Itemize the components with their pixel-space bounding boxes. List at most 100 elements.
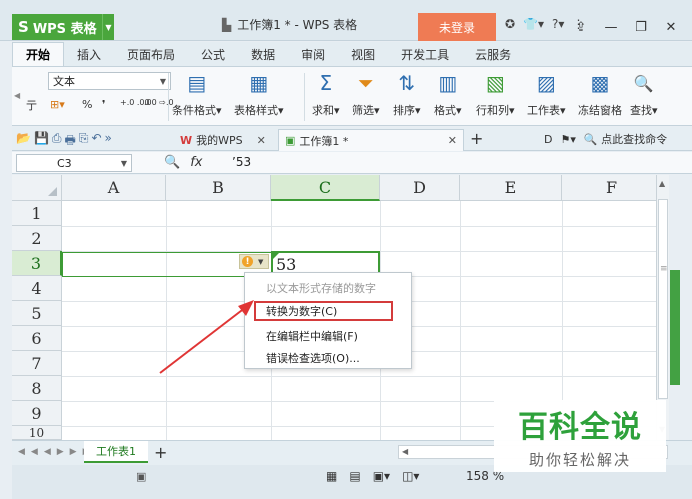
login-button[interactable]: 未登录 <box>418 13 496 41</box>
chevron-down-icon[interactable]: ▼ <box>121 159 127 168</box>
fx-icon[interactable]: fx <box>190 155 202 170</box>
restore-ribbon-icon[interactable]: ⇪ <box>566 13 596 41</box>
document-tab-strip: 📂 💾 ⎙ 🖶 ⎘ ↶ » W 我的WPS ✕ ▣ 工作簿1 * ✕ + D ⚑… <box>12 127 692 151</box>
formula-input[interactable]: ’53 <box>232 155 251 169</box>
select-all-corner[interactable] <box>12 175 62 201</box>
add-sheet-button[interactable]: + <box>154 443 167 462</box>
print-preview-icon[interactable]: ⎘ <box>79 131 89 152</box>
currency-format-button[interactable]: ⊞▾ <box>50 98 65 111</box>
command-search[interactable]: 🔍 点此查找命令 <box>584 131 667 147</box>
error-check-button[interactable]: ! ▼ <box>239 254 269 269</box>
tab-home[interactable]: 开始 <box>12 42 65 66</box>
sum-label: 求和▾ <box>312 104 340 117</box>
side-panel-handle[interactable] <box>670 270 680 385</box>
column-header-c[interactable]: C <box>271 175 380 201</box>
decrease-decimal-button[interactable]: .00 ⇨.0 <box>144 98 174 107</box>
zoom-icon[interactable]: 🔍 <box>164 155 180 170</box>
export-pdf-icon[interactable]: ⎙ <box>52 131 62 152</box>
scroll-thumb[interactable] <box>658 199 668 399</box>
sort-icon: ⇅ <box>398 71 416 95</box>
edit-in-formula-bar-item[interactable]: 在编辑栏中编辑(F) <box>266 328 358 344</box>
flag-icon[interactable]: ⚑▾ <box>560 133 575 146</box>
tab-formulas[interactable]: 公式 <box>188 42 238 66</box>
column-header-f[interactable]: F <box>562 175 656 201</box>
undo-icon[interactable]: ↶ <box>91 131 101 152</box>
rows-columns-button[interactable]: ▧ 行和列▾ <box>476 70 515 118</box>
conditional-format-button[interactable]: ▤ 条件格式▾ <box>172 70 222 118</box>
watermark-title: 百科全说 <box>518 410 642 445</box>
row-header-10[interactable]: 10 <box>12 426 62 440</box>
chevron-down-icon[interactable]: ▼ <box>102 14 114 40</box>
name-box[interactable]: C3 ▼ <box>16 154 132 172</box>
row-header-5[interactable]: 5 <box>12 301 62 326</box>
dock-icon[interactable]: D <box>544 133 552 146</box>
new-tab-button[interactable]: + <box>470 129 483 148</box>
close-tab-icon[interactable]: ✕ <box>257 134 266 147</box>
scroll-up-icon[interactable]: ▲ <box>659 179 665 188</box>
tab-workbook1[interactable]: ▣ 工作簿1 * ✕ <box>278 129 464 151</box>
close-icon[interactable]: ✕ <box>656 13 686 41</box>
row-header-4[interactable]: 4 <box>12 276 62 301</box>
column-header-e[interactable]: E <box>460 175 562 201</box>
macro-record-icon[interactable]: ▣ <box>136 470 146 483</box>
scroll-left-icon[interactable]: ◀ <box>402 447 408 456</box>
normal-view-icon[interactable]: ▦ <box>326 469 337 483</box>
sort-button[interactable]: ⇅ 排序▾ <box>393 70 421 118</box>
more-tools-icon[interactable]: » <box>105 131 112 152</box>
filter-icon: ⏷ <box>357 71 374 95</box>
shirt-icon[interactable]: 👕▾ <box>520 17 547 31</box>
column-header-d[interactable]: D <box>380 175 460 201</box>
sheet-tab-1[interactable]: 工作表1 <box>84 441 148 463</box>
minimize-icon[interactable]: — <box>596 13 626 41</box>
table-style-button[interactable]: ▦ 表格样式▾ <box>234 70 284 118</box>
row-header-9[interactable]: 9 <box>12 401 62 426</box>
tab-my-wps[interactable]: W 我的WPS ✕ <box>174 129 272 151</box>
worksheet-button[interactable]: ▨ 工作表▾ <box>527 70 566 118</box>
reading-mode-icon[interactable]: ◫▾ <box>402 469 419 483</box>
freeze-panes-button[interactable]: ▩ 冻结窗格 <box>578 70 622 118</box>
percent-button[interactable]: % <box>82 98 92 111</box>
page-layout-view-icon[interactable]: ▣▾ <box>373 469 390 483</box>
page-break-view-icon[interactable]: ▤ <box>349 469 360 483</box>
help-icon[interactable]: ?▾ <box>549 17 567 31</box>
number-format-select[interactable]: 文本 ▼ <box>48 72 171 90</box>
convert-to-number-item[interactable]: 转换为数字(C) <box>254 301 393 321</box>
tab-insert[interactable]: 插入 <box>64 42 114 66</box>
comma-button[interactable]: ❜ <box>102 98 106 111</box>
find-button[interactable]: 🔍 查找▾ <box>630 70 658 118</box>
open-icon[interactable]: 📂 <box>16 131 31 152</box>
tab-view[interactable]: 视图 <box>338 42 388 66</box>
tab-page-layout[interactable]: 页面布局 <box>114 42 188 66</box>
app-menu-button[interactable]: S WPS 表格 ▼ <box>12 14 114 40</box>
format-button[interactable]: ▥ 格式▾ <box>434 70 462 118</box>
row-header-8[interactable]: 8 <box>12 376 62 401</box>
tab-cloud[interactable]: 云服务 <box>462 42 524 66</box>
sum-icon: Σ <box>319 71 333 95</box>
ribbon-scroll-left-icon[interactable]: ◀ <box>14 91 20 100</box>
skin-icon[interactable]: ✪ <box>502 17 518 31</box>
row-header-6[interactable]: 6 <box>12 326 62 351</box>
row-header-1[interactable]: 1 <box>12 201 62 226</box>
name-box-value: C3 <box>57 156 72 170</box>
tab-data[interactable]: 数据 <box>238 42 288 66</box>
ribbon-separator <box>304 73 305 121</box>
error-check-options-item[interactable]: 错误检查选项(O)... <box>266 350 360 366</box>
row-header-3[interactable]: 3 <box>12 251 62 276</box>
tab-strip-right: D ⚑▾ 🔍 点此查找命令 <box>544 131 667 147</box>
save-icon[interactable]: 💾 <box>34 131 49 152</box>
tab-review[interactable]: 审阅 <box>288 42 338 66</box>
worksheet-icon: ▨ <box>536 71 556 95</box>
row-header-2[interactable]: 2 <box>12 226 62 251</box>
column-header-b[interactable]: B <box>166 175 271 201</box>
filter-button[interactable]: ⏷ 筛选▾ <box>352 70 380 118</box>
close-tab-icon[interactable]: ✕ <box>448 134 457 147</box>
table-style-label: 表格样式▾ <box>234 104 284 117</box>
row-header-7[interactable]: 7 <box>12 351 62 376</box>
sum-button[interactable]: Σ 求和▾ <box>312 70 340 118</box>
print-icon[interactable]: 🖶 <box>65 131 76 152</box>
chevron-down-icon: ▼ <box>258 257 264 266</box>
worksheet-label: 工作表▾ <box>527 104 566 117</box>
tab-developer[interactable]: 开发工具 <box>388 42 462 66</box>
column-header-a[interactable]: A <box>62 175 166 201</box>
maximize-icon[interactable]: ❐ <box>626 13 656 41</box>
